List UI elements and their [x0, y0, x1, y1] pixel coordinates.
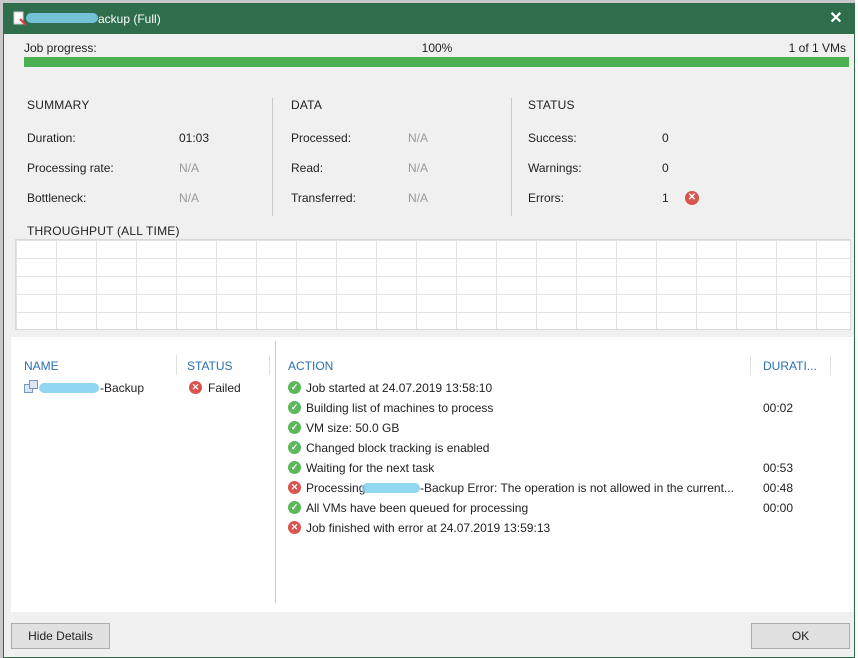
redacted-vm-name: [362, 483, 420, 493]
redacted-vm-name: [39, 383, 99, 393]
column-divider: [272, 98, 273, 216]
action-text: Changed block tracking is enabled: [306, 441, 490, 455]
action-text-prefix: Processing: [306, 481, 366, 495]
bottleneck-label: Bottleneck:: [27, 191, 87, 205]
action-duration: 00:53: [763, 461, 794, 475]
vm-status: Failed: [208, 381, 241, 395]
check-circle-icon: ✓: [288, 461, 301, 474]
redacted-job-name: [26, 13, 98, 23]
check-circle-icon: ✓: [288, 381, 301, 394]
job-details-window: ackup (Full) ✕ Job progress: 100% 1 of 1…: [3, 3, 855, 658]
status-heading: STATUS: [528, 98, 575, 112]
action-text: All VMs have been queued for processing: [306, 501, 529, 515]
hide-details-button[interactable]: Hide Details: [11, 623, 110, 649]
pane-splitter[interactable]: [275, 341, 276, 603]
processing-rate-value: N/A: [179, 161, 200, 175]
processed-label: Processed:: [291, 131, 352, 145]
action-text: Job started at 24.07.2019 13:58:10: [306, 381, 493, 395]
window-title: ackup (Full): [98, 12, 161, 26]
x-circle-icon: ✕: [189, 381, 202, 394]
processed-value: N/A: [408, 131, 429, 145]
action-text: Waiting for the next task: [306, 461, 435, 475]
column-header-name[interactable]: NAME: [24, 359, 59, 373]
column-header-action[interactable]: ACTION: [288, 359, 333, 373]
throughput-graph: [15, 239, 851, 330]
action-text: -Backup Error: The operation is not allo…: [420, 481, 734, 495]
duration-label: Duration:: [27, 131, 76, 145]
column-separator: [830, 355, 831, 375]
x-circle-icon: ✕: [685, 191, 699, 205]
throughput-heading: THROUGHPUT (ALL TIME): [27, 224, 180, 238]
progress-bar: [24, 57, 849, 67]
transferred-value: N/A: [408, 191, 429, 205]
errors-label: Errors:: [528, 191, 564, 205]
read-value: N/A: [408, 161, 429, 175]
column-divider: [511, 98, 512, 216]
check-circle-icon: ✓: [288, 421, 301, 434]
check-circle-icon: ✓: [288, 441, 301, 454]
progress-percent: 100%: [421, 41, 453, 55]
action-duration: 00:00: [763, 501, 794, 515]
warnings-label: Warnings:: [528, 161, 582, 175]
column-header-duration[interactable]: DURATI...: [763, 359, 817, 373]
vm-icon: [24, 380, 38, 393]
action-text: Job finished with error at 24.07.2019 13…: [306, 521, 551, 535]
summary-heading: SUMMARY: [27, 98, 90, 112]
backup-job-icon: [13, 11, 27, 26]
action-duration: 00:02: [763, 401, 794, 415]
x-circle-icon: ✕: [288, 521, 301, 534]
bottleneck-value: N/A: [179, 191, 200, 205]
action-duration: 00:48: [763, 481, 794, 495]
check-circle-icon: ✓: [288, 501, 301, 514]
action-text: Building list of machines to process: [306, 401, 494, 415]
button-bar: Hide Details OK: [4, 614, 854, 657]
transferred-label: Transferred:: [291, 191, 356, 205]
errors-value: 1: [662, 191, 669, 205]
data-heading: DATA: [291, 98, 323, 112]
read-label: Read:: [291, 161, 324, 175]
duration-value: 01:03: [179, 131, 210, 145]
close-icon[interactable]: ✕: [824, 7, 848, 31]
success-label: Success:: [528, 131, 577, 145]
vm-name: -Backup: [100, 381, 145, 395]
column-separator: [750, 355, 751, 375]
details-panel: NAME STATUS -Backup ✕ Failed ACTION DURA…: [11, 337, 853, 612]
progress-count: 1 of 1 VMs: [788, 41, 846, 55]
success-value: 0: [662, 131, 669, 145]
x-circle-icon: ✕: [288, 481, 301, 494]
title-bar[interactable]: ackup (Full) ✕: [4, 4, 854, 34]
column-separator: [176, 355, 177, 375]
progress-bar-fill: [24, 57, 849, 67]
column-header-status[interactable]: STATUS: [187, 359, 233, 373]
check-circle-icon: ✓: [288, 401, 301, 414]
ok-button[interactable]: OK: [751, 623, 850, 649]
progress-row: Job progress: 100% 1 of 1 VMs: [24, 39, 850, 55]
warnings-value: 0: [662, 161, 669, 175]
column-separator: [269, 355, 270, 375]
action-text: VM size: 50.0 GB: [306, 421, 400, 435]
processing-rate-label: Processing rate:: [27, 161, 114, 175]
summary-panel: SUMMARY Duration: 01:03 Processing rate:…: [11, 76, 853, 334]
